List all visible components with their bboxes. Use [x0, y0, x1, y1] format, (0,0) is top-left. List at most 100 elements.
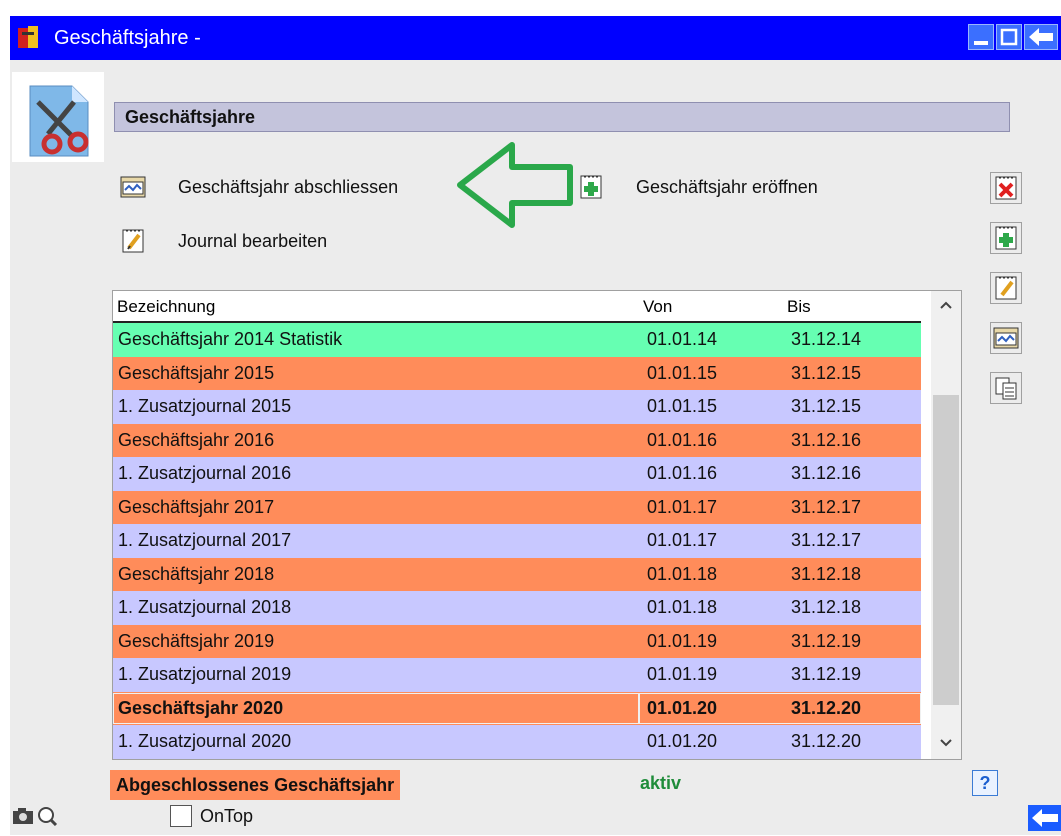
cell-bezeichnung: 1. Zusatzjournal 2018 — [118, 597, 292, 617]
scrollbar[interactable] — [931, 291, 961, 759]
cell-von: 01.01.19 — [647, 630, 718, 651]
table-body: Geschäftsjahr 2014 Statistik 01.01.14 31.1… — [113, 323, 921, 759]
cell-bis: 31.12.17 — [791, 530, 862, 550]
scroll-up-icon[interactable] — [931, 293, 961, 317]
help-button[interactable]: ? — [972, 770, 998, 796]
cell-von: 01.01.15 — [647, 396, 718, 416]
edit-notepad-icon — [122, 229, 144, 253]
cell-von: 01.01.15 — [647, 362, 718, 383]
close-year-icon — [120, 176, 146, 198]
closed-year-legend: Abgeschlossenes Geschäftsjahr — [110, 770, 401, 800]
table-row[interactable]: 1. Zusatzjournal 2020 01.01.20 31.12.20 — [113, 725, 921, 759]
minimize-button[interactable] — [968, 24, 994, 50]
scissors-document-icon — [12, 72, 104, 162]
cell-bis: 31.12.16 — [791, 429, 862, 450]
cell-von: 01.01.20 — [647, 731, 718, 751]
table-header: Bezeichnung Von Bis — [113, 291, 921, 323]
years-table[interactable]: Bezeichnung Von Bis Geschäftsjahr 2014 S… — [112, 290, 962, 760]
cell-von: 01.01.17 — [647, 530, 718, 550]
table-row[interactable]: Geschäftsjahr 2016 01.01.16 31.12.16 — [113, 423, 921, 457]
cell-bezeichnung: Geschäftsjahr 2019 — [118, 630, 275, 651]
edit-notepad-icon — [995, 276, 1017, 300]
add-document-icon — [580, 175, 602, 199]
table-row[interactable]: 1. Zusatzjournal 2017 01.01.17 31.12.17 — [113, 524, 921, 558]
cell-von: 01.01.18 — [647, 563, 718, 584]
cell-bis: 31.12.17 — [791, 496, 862, 517]
minimize-icon — [974, 41, 988, 45]
delete-icon — [995, 176, 1017, 200]
exit-arrow-icon — [1032, 809, 1058, 827]
bottom-tool-icons — [10, 806, 70, 828]
open-year-label: Geschäftsjahr eröffnen — [636, 176, 818, 197]
maximize-button[interactable] — [996, 24, 1022, 50]
green-arrow-annotation — [457, 142, 573, 228]
table-row[interactable]: 1. Zusatzjournal 2015 01.01.15 31.12.15 — [113, 390, 921, 424]
open-year-action[interactable]: Geschäftsjahr eröffnen — [578, 174, 818, 200]
scroll-down-icon[interactable] — [931, 731, 961, 755]
table-row[interactable]: 1. Zusatzjournal 2018 01.01.18 31.12.18 — [113, 591, 921, 625]
table-row[interactable]: Geschäftsjahr 2020 01.01.20 31.12.20 — [113, 691, 921, 725]
cell-bezeichnung: 1. Zusatzjournal 2020 — [118, 731, 292, 751]
table-row[interactable]: Geschäftsjahr 2018 01.01.18 31.12.18 — [113, 557, 921, 591]
cell-bezeichnung: Geschäftsjahr 2014 Statistik — [118, 329, 343, 349]
cell-bezeichnung: Geschäftsjahr 2020 — [118, 697, 284, 718]
close-year-icon — [993, 327, 1019, 349]
exit-button[interactable] — [1028, 805, 1061, 831]
column-header-bis[interactable]: Bis — [787, 297, 811, 317]
cell-bis: 31.12.14 — [791, 329, 862, 349]
cell-bis: 31.12.19 — [791, 664, 862, 684]
exit-arrow-icon — [1029, 28, 1053, 46]
cell-bezeichnung: 1. Zusatzjournal 2016 — [118, 463, 292, 483]
active-legend: aktiv — [640, 773, 682, 793]
ontop-checkbox[interactable] — [170, 805, 192, 827]
cell-von: 01.01.16 — [647, 463, 718, 483]
column-header-bezeichnung[interactable]: Bezeichnung — [117, 297, 215, 317]
cell-bezeichnung: 1. Zusatzjournal 2019 — [118, 664, 292, 684]
table-row[interactable]: Geschäftsjahr 2017 01.01.17 31.12.17 — [113, 490, 921, 524]
cell-bezeichnung: Geschäftsjahr 2016 — [118, 429, 275, 450]
table-row[interactable]: Geschäftsjahr 2015 01.01.15 31.12.15 — [113, 356, 921, 390]
cell-bezeichnung: Geschäftsjahr 2018 — [118, 563, 275, 584]
table-row[interactable]: Geschäftsjahr 2014 Statistik 01.01.14 31.1… — [113, 323, 921, 357]
cell-bezeichnung: 1. Zusatzjournal 2017 — [118, 530, 292, 550]
add-button[interactable] — [990, 222, 1022, 254]
cell-von: 01.01.16 — [647, 429, 718, 450]
copy-button[interactable] — [990, 372, 1022, 404]
cell-bis: 31.12.18 — [791, 563, 862, 584]
edit-button[interactable] — [990, 272, 1022, 304]
zoom-icon[interactable] — [36, 806, 58, 826]
cell-bis: 31.12.15 — [791, 396, 862, 416]
delete-button[interactable] — [990, 172, 1022, 204]
cell-von: 01.01.19 — [647, 664, 718, 684]
camera-icon[interactable] — [12, 806, 34, 826]
cell-von: 01.01.20 — [647, 697, 718, 718]
cell-von: 01.01.14 — [647, 329, 718, 349]
window-title: Geschäftsjahre - — [54, 27, 201, 49]
column-header-von[interactable]: Von — [643, 297, 672, 317]
table-row[interactable]: 1. Zusatzjournal 2019 01.01.19 31.12.19 — [113, 658, 921, 692]
table-row[interactable]: Geschäftsjahr 2019 01.01.19 31.12.19 — [113, 624, 921, 658]
exit-button-title[interactable] — [1024, 24, 1058, 50]
app-icon — [18, 26, 38, 48]
ontop-checkbox-row[interactable]: OnTop — [170, 805, 253, 827]
cell-bis: 31.12.20 — [791, 731, 862, 751]
table-row[interactable]: 1. Zusatzjournal 2016 01.01.16 31.12.16 — [113, 457, 921, 491]
close-year-action[interactable]: Geschäftsjahr abschliessen — [120, 174, 398, 200]
cell-von: 01.01.18 — [647, 597, 718, 617]
title-bar[interactable]: Geschäftsjahre - — [10, 16, 1061, 60]
cell-bis: 31.12.20 — [791, 697, 862, 718]
cell-bezeichnung: Geschäftsjahr 2015 — [118, 362, 275, 383]
copy-icon — [995, 377, 1017, 400]
maximize-icon — [1000, 28, 1018, 46]
cell-von: 01.01.17 — [647, 496, 718, 517]
cell-bezeichnung: Geschäftsjahr 2017 — [118, 496, 275, 517]
cell-bis: 31.12.18 — [791, 597, 862, 617]
close-year-button[interactable] — [990, 322, 1022, 354]
edit-journal-action[interactable]: Journal bearbeiten — [120, 228, 327, 254]
scroll-thumb[interactable] — [933, 395, 959, 705]
add-document-icon — [995, 226, 1017, 250]
cell-bezeichnung: 1. Zusatzjournal 2015 — [118, 396, 292, 416]
cell-bis: 31.12.19 — [791, 630, 862, 651]
cell-bis: 31.12.16 — [791, 463, 862, 483]
ontop-label: OnTop — [200, 805, 254, 826]
